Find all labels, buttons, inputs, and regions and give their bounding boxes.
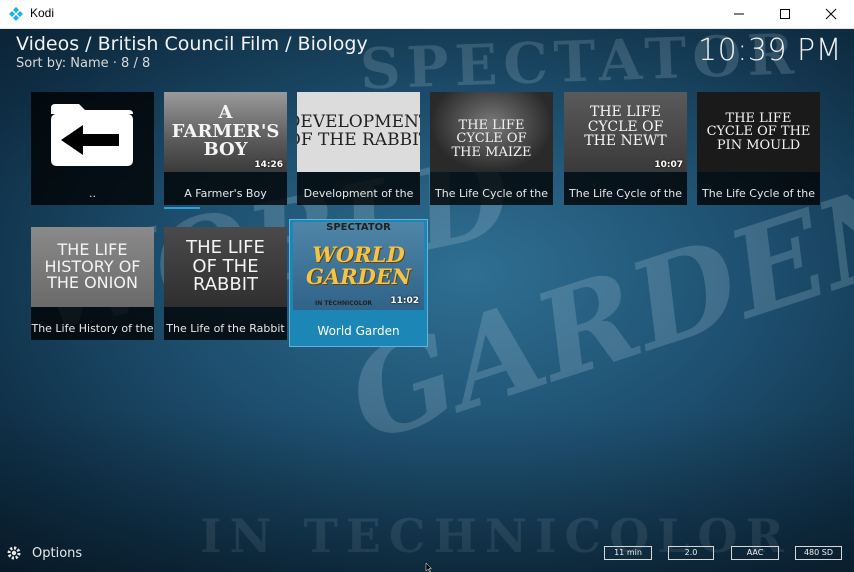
maximize-icon (780, 9, 790, 19)
maximize-button[interactable] (762, 0, 808, 28)
audio-channels-badge: 2.0 (668, 546, 714, 560)
duration-label: 14:26 (254, 160, 283, 170)
video-tile[interactable]: THE LIFE OF THE RABBIT The Life of the R… (164, 227, 287, 340)
video-tile[interactable]: THE LIFE CYCLE OF THE NEWT 10:07 The Lif… (564, 92, 687, 205)
thumbnail: DEVELOPMENT OF THE RABBIT (297, 92, 420, 172)
window-title: Kodi (30, 6, 55, 20)
gear-icon (7, 546, 21, 560)
tile-label: The Life Cycle of the (569, 187, 682, 200)
minimize-icon (734, 13, 744, 15)
video-tile[interactable]: THE LIFE CYCLE OF THE PIN MOULD The Life… (697, 92, 820, 205)
minimize-button[interactable] (716, 0, 762, 28)
thumbnail: THE LIFE CYCLE OF THE MAIZE (430, 92, 553, 172)
video-tile-focused[interactable]: SPECTATOR WORLD GARDEN IN TECHNICOLOR 11… (289, 219, 428, 347)
kodi-logo-icon (8, 6, 24, 22)
thumbnail (31, 92, 154, 172)
close-icon (825, 8, 837, 20)
close-button[interactable] (808, 0, 854, 28)
parent-folder-tile[interactable]: .. (31, 92, 154, 205)
folder-back-icon (51, 104, 133, 166)
tile-label: The Life Cycle of the (702, 187, 815, 200)
duration-label: 11:02 (390, 296, 419, 306)
tile-label: .. (89, 187, 96, 200)
title-bar: Kodi (0, 0, 854, 29)
duration-label: 10:07 (654, 160, 683, 170)
thumbnail: THE LIFE CYCLE OF THE PIN MOULD (697, 92, 820, 172)
kodi-app: SPECTATOR WORLD GARDEN IN TECHNICOLOR Vi… (0, 29, 854, 572)
tile-label: The Life of the Rabbit (166, 322, 285, 335)
video-tile[interactable]: THE LIFE HISTORY OF THE ONION The Life H… (31, 227, 154, 340)
sort-info[interactable]: Sort by: Name · 8 / 8 (16, 56, 150, 71)
video-tile[interactable]: A FARMER'S BOY 14:26 A Farmer's Boy (164, 92, 287, 205)
tile-label: A Farmer's Boy (184, 187, 267, 200)
resolution-badge: 480 SD (795, 546, 842, 560)
tile-label: Development of the (303, 187, 414, 200)
tile-label: The Life History of the (31, 322, 154, 335)
breadcrumb: Videos / British Council Film / Biology (16, 33, 368, 55)
tile-label: World Garden (317, 324, 400, 338)
options-button[interactable]: Options (6, 545, 82, 561)
kodi-window: Kodi SPECTATOR WORLD GARDEN IN TECHNICOL… (0, 0, 854, 572)
thumbnail: THE LIFE HISTORY OF THE ONION (31, 227, 154, 307)
thumbnail: THE LIFE OF THE RABBIT (164, 227, 287, 307)
clock: 10:39 PM (698, 33, 842, 68)
mouse-cursor-icon (425, 563, 433, 572)
options-label: Options (32, 545, 83, 561)
tile-label: The Life Cycle of the (435, 187, 548, 200)
duration-badge: 11 min (604, 546, 652, 560)
watched-progress-bar (164, 207, 200, 209)
video-tile[interactable]: DEVELOPMENT OF THE RABBIT Development of… (297, 92, 420, 205)
video-tile[interactable]: THE LIFE CYCLE OF THE MAIZE The Life Cyc… (430, 92, 553, 205)
audio-codec-badge: AAC (731, 546, 779, 560)
